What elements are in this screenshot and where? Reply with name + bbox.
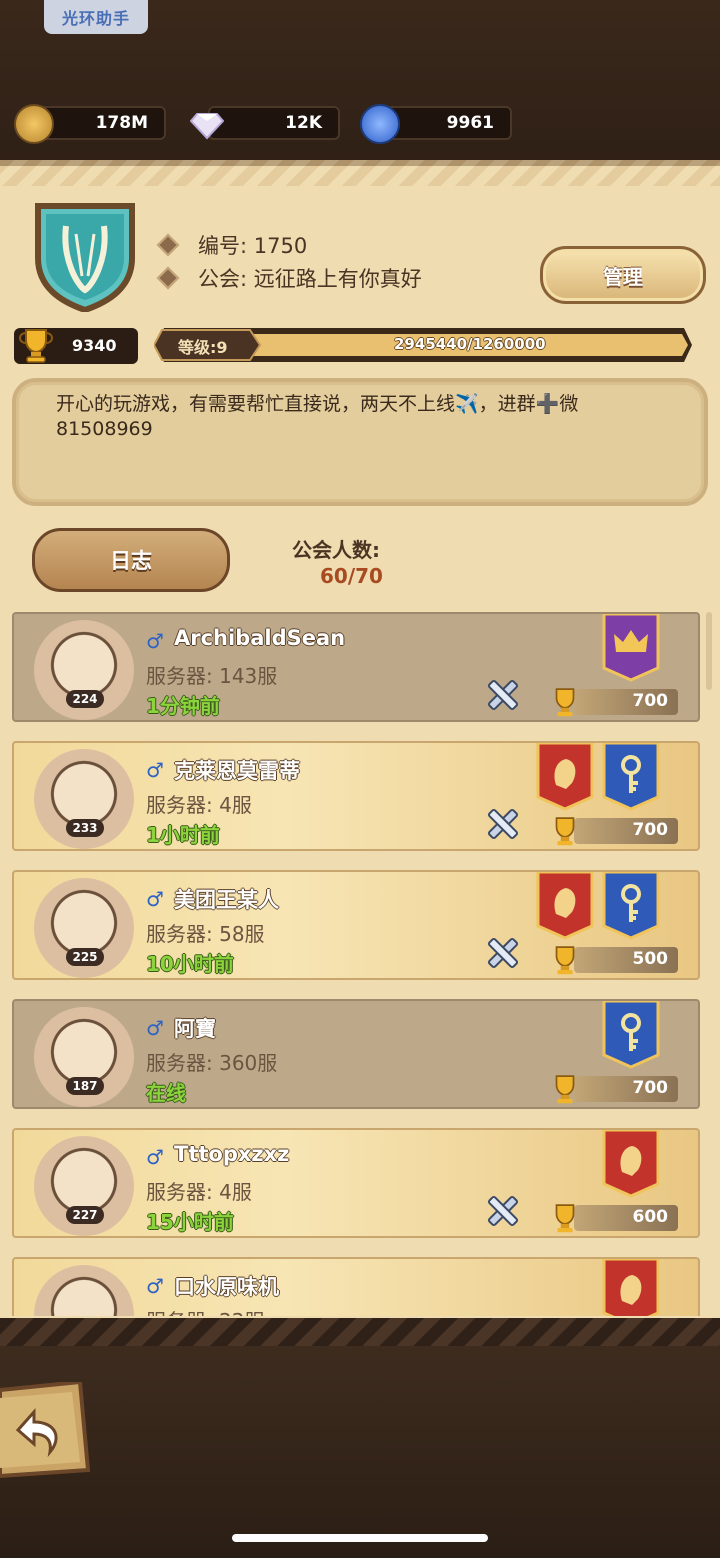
bottom-border-decoration — [0, 1318, 720, 1346]
blue-key-badge-icon[interactable] — [602, 999, 660, 1069]
member-level-badge: 225 — [66, 948, 104, 966]
member-last-online: 在线 — [146, 1081, 186, 1105]
red-fist-badge-icon[interactable] — [602, 1257, 660, 1316]
member-server: 服务器: 22服 — [146, 1305, 265, 1316]
member-trophy-score: 700 — [548, 813, 678, 847]
male-icon: ♂ — [146, 887, 164, 911]
member-name: 阿寶 — [174, 1017, 216, 1041]
guild-crest-icon[interactable] — [32, 200, 138, 314]
male-icon: ♂ — [146, 1145, 164, 1169]
panel-border-decoration — [0, 160, 720, 186]
member-row[interactable]: 233 ♂ 克莱恩莫雷蒂服务器: 4服 1小时前 700 — [12, 741, 700, 851]
bullet-icon — [156, 233, 180, 257]
member-name: 口水原味机 — [174, 1275, 279, 1299]
guild-id: 编号: 1750 — [156, 230, 307, 260]
member-last-online: 10小时前 — [146, 952, 234, 976]
blue-key-badge-icon[interactable] — [602, 741, 660, 811]
trophy-icon — [548, 1200, 582, 1234]
member-trophy-score: 700 — [548, 1071, 678, 1105]
member-level-badge: 224 — [66, 690, 104, 708]
back-button[interactable] — [0, 1379, 91, 1479]
scroll-icon — [360, 104, 400, 144]
crossed-swords-icon — [484, 805, 522, 843]
member-name: 克莱恩莫雷蒂 — [174, 759, 300, 783]
member-row[interactable]: 227 ♂ Tttopxzxz 服务器: 4服 15小时前 600 — [12, 1128, 700, 1238]
member-trophy-score: 700 — [548, 684, 678, 718]
member-count-value: 60/70 — [320, 564, 383, 588]
member-name: ArchibaldSean — [174, 626, 346, 650]
member-last-online: 1分钟前 — [146, 694, 220, 718]
member-level-badge: 187 — [66, 1077, 104, 1095]
member-level-badge: 233 — [66, 819, 104, 837]
log-button[interactable]: 日志 — [32, 528, 230, 592]
male-icon: ♂ — [146, 629, 164, 653]
member-trophy-score: 600 — [548, 1200, 678, 1234]
member-server: 服务器: 360服 — [146, 1051, 278, 1075]
crossed-swords-icon — [484, 1192, 522, 1230]
member-server: 服务器: 143服 — [146, 664, 278, 688]
trophy-icon — [548, 684, 582, 718]
member-row[interactable]: 224 ♂ ArchibaldSean 服务器: 143服 1分钟前 700 — [12, 612, 700, 722]
member-row[interactable]: 187 ♂ 阿寶服务器: 360服 在线 700 — [12, 999, 700, 1109]
member-name: Tttopxzxz — [174, 1142, 290, 1166]
list-scrollbar[interactable] — [706, 612, 712, 690]
member-avatar[interactable] — [34, 1265, 134, 1316]
member-last-online: 1小时前 — [146, 823, 220, 847]
gold-coin-icon — [14, 104, 54, 144]
guild-level-bar: 等级:9 2945440/1260000 — [154, 326, 694, 364]
male-icon: ♂ — [146, 1016, 164, 1040]
guild-motto-text: 开心的玩游戏，有需要帮忙直接说，两天不上线✈️，进群➕微 81508969 — [56, 393, 579, 440]
red-fist-badge-icon[interactable] — [536, 741, 594, 811]
home-indicator[interactable] — [232, 1534, 488, 1542]
red-fist-badge-icon[interactable] — [536, 870, 594, 940]
member-last-online: 15小时前 — [146, 1210, 234, 1234]
member-server: 服务器: 4服 — [146, 793, 252, 817]
member-server: 服务器: 58服 — [146, 922, 265, 946]
member-count-label: 公会人数: — [292, 538, 380, 562]
helper-tag[interactable]: 光环助手 — [44, 0, 148, 34]
crossed-swords-icon — [484, 676, 522, 714]
male-icon: ♂ — [146, 1274, 164, 1298]
red-fist-badge-icon[interactable] — [602, 1128, 660, 1198]
diamond-icon — [189, 106, 225, 140]
crossed-swords-icon — [484, 934, 522, 972]
trophy-icon — [548, 942, 582, 976]
diamond-counter[interactable]: 12K — [208, 106, 340, 140]
member-row[interactable]: ♂ 口水原味机服务器: 22服 — [12, 1257, 700, 1316]
member-server: 服务器: 4服 — [146, 1180, 252, 1204]
bullet-icon — [156, 266, 180, 290]
trophy-icon — [548, 813, 582, 847]
guild-name: 公会: 远征路上有你真好 — [156, 263, 422, 293]
purple-crown-badge-icon[interactable] — [602, 612, 660, 682]
bottom-bar — [0, 1340, 720, 1558]
blue-key-badge-icon[interactable] — [602, 870, 660, 940]
male-icon: ♂ — [146, 758, 164, 782]
trophy-icon — [548, 1071, 582, 1105]
member-name: 美团王某人 — [174, 888, 279, 912]
member-row[interactable]: 225 ♂ 美团王某人服务器: 58服 10小时前 500 — [12, 870, 700, 980]
member-list[interactable]: 224 ♂ ArchibaldSean 服务器: 143服 1分钟前 700 233 ♂ 克莱恩… — [12, 612, 700, 1316]
member-level-badge: 227 — [66, 1206, 104, 1224]
manage-button[interactable]: 管理 — [540, 246, 706, 304]
member-trophy-score: 500 — [548, 942, 678, 976]
trophy-icon — [16, 324, 56, 364]
